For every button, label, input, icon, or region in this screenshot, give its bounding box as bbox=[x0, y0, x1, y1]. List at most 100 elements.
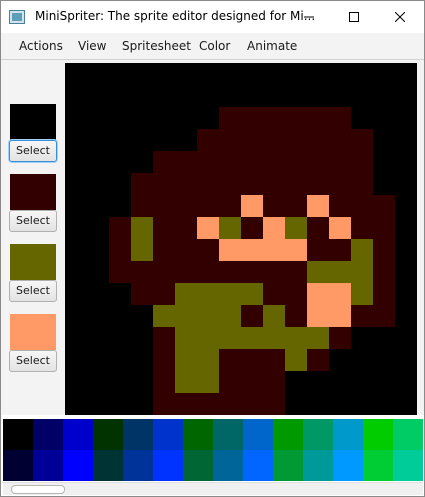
sprite-pixel[interactable] bbox=[153, 349, 175, 371]
sprite-pixel[interactable] bbox=[87, 217, 109, 239]
sprite-pixel[interactable] bbox=[395, 393, 417, 415]
palette-color-cell[interactable] bbox=[273, 450, 303, 481]
sprite-pixel[interactable] bbox=[65, 151, 87, 173]
select-color-2-button[interactable]: Select bbox=[9, 210, 57, 232]
sprite-pixel[interactable] bbox=[197, 85, 219, 107]
sprite-pixel[interactable] bbox=[219, 283, 241, 305]
sprite-pixel[interactable] bbox=[175, 371, 197, 393]
sprite-pixel[interactable] bbox=[241, 107, 263, 129]
sprite-pixel[interactable] bbox=[197, 349, 219, 371]
sprite-pixel[interactable] bbox=[241, 195, 263, 217]
sprite-pixel[interactable] bbox=[197, 305, 219, 327]
sprite-pixel[interactable] bbox=[175, 195, 197, 217]
sprite-pixel[interactable] bbox=[87, 371, 109, 393]
sprite-pixel[interactable] bbox=[329, 129, 351, 151]
sprite-pixel[interactable] bbox=[65, 349, 87, 371]
menu-animate[interactable]: Animate bbox=[247, 39, 297, 53]
palette-color-cell[interactable] bbox=[363, 419, 393, 450]
sprite-pixel[interactable] bbox=[285, 327, 307, 349]
sprite-pixel[interactable] bbox=[175, 305, 197, 327]
maximize-button[interactable] bbox=[331, 1, 377, 33]
sprite-pixel[interactable] bbox=[109, 63, 131, 85]
sprite-pixel[interactable] bbox=[241, 371, 263, 393]
sprite-pixel[interactable] bbox=[373, 349, 395, 371]
sprite-pixel[interactable] bbox=[131, 327, 153, 349]
sprite-pixel[interactable] bbox=[263, 129, 285, 151]
sprite-pixel[interactable] bbox=[395, 85, 417, 107]
sprite-pixel[interactable] bbox=[219, 107, 241, 129]
palette-color-cell[interactable] bbox=[243, 450, 273, 481]
sprite-pixel[interactable] bbox=[87, 283, 109, 305]
sprite-pixel[interactable] bbox=[109, 173, 131, 195]
sprite-pixel[interactable] bbox=[131, 393, 153, 415]
sprite-pixel[interactable] bbox=[153, 305, 175, 327]
sprite-pixel[interactable] bbox=[197, 107, 219, 129]
sprite-pixel[interactable] bbox=[329, 173, 351, 195]
palette-color-cell[interactable] bbox=[213, 450, 243, 481]
sprite-pixel[interactable] bbox=[307, 151, 329, 173]
palette-color-cell[interactable] bbox=[123, 419, 153, 450]
sprite-pixel[interactable] bbox=[285, 63, 307, 85]
sprite-pixel[interactable] bbox=[197, 393, 219, 415]
sprite-pixel[interactable] bbox=[241, 129, 263, 151]
sprite-pixel[interactable] bbox=[329, 195, 351, 217]
sprite-pixel[interactable] bbox=[109, 107, 131, 129]
sprite-pixel[interactable] bbox=[351, 173, 373, 195]
sprite-pixel[interactable] bbox=[109, 327, 131, 349]
sprite-pixel[interactable] bbox=[373, 371, 395, 393]
sprite-pixel[interactable] bbox=[219, 327, 241, 349]
sprite-pixel[interactable] bbox=[131, 107, 153, 129]
sprite-pixel[interactable] bbox=[65, 63, 87, 85]
sprite-pixel[interactable] bbox=[395, 239, 417, 261]
sprite-pixel[interactable] bbox=[65, 129, 87, 151]
sprite-pixel[interactable] bbox=[395, 305, 417, 327]
sprite-pixel[interactable] bbox=[65, 85, 87, 107]
palette-color-cell[interactable] bbox=[183, 450, 213, 481]
sprite-pixel[interactable] bbox=[153, 195, 175, 217]
sprite-pixel[interactable] bbox=[153, 327, 175, 349]
sprite-pixel[interactable] bbox=[285, 107, 307, 129]
sprite-pixel[interactable] bbox=[175, 239, 197, 261]
sprite-pixel[interactable] bbox=[285, 371, 307, 393]
sprite-pixel[interactable] bbox=[131, 151, 153, 173]
palette-color-cell[interactable] bbox=[273, 419, 303, 450]
sprite-pixel[interactable] bbox=[131, 195, 153, 217]
palette-color-cell[interactable] bbox=[333, 450, 363, 481]
sprite-pixel[interactable] bbox=[131, 173, 153, 195]
sprite-pixel[interactable] bbox=[307, 173, 329, 195]
sprite-pixel[interactable] bbox=[175, 327, 197, 349]
sprite-pixel-grid[interactable] bbox=[65, 63, 417, 415]
palette-color-cell[interactable] bbox=[3, 419, 33, 450]
sprite-pixel[interactable] bbox=[351, 107, 373, 129]
sprite-pixel[interactable] bbox=[131, 217, 153, 239]
sprite-pixel[interactable] bbox=[175, 107, 197, 129]
sprite-pixel[interactable] bbox=[87, 261, 109, 283]
sprite-pixel[interactable] bbox=[307, 283, 329, 305]
sprite-pixel[interactable] bbox=[153, 129, 175, 151]
sprite-pixel[interactable] bbox=[351, 327, 373, 349]
select-color-1-button[interactable]: Select bbox=[9, 140, 57, 162]
sprite-pixel[interactable] bbox=[131, 239, 153, 261]
sprite-pixel[interactable] bbox=[307, 195, 329, 217]
sprite-pixel[interactable] bbox=[263, 349, 285, 371]
sprite-pixel[interactable] bbox=[87, 327, 109, 349]
sprite-pixel[interactable] bbox=[351, 217, 373, 239]
sprite-pixel[interactable] bbox=[219, 393, 241, 415]
sprite-pixel[interactable] bbox=[109, 85, 131, 107]
sprite-pixel[interactable] bbox=[285, 129, 307, 151]
sprite-pixel[interactable] bbox=[109, 393, 131, 415]
sprite-pixel[interactable] bbox=[175, 217, 197, 239]
sprite-pixel[interactable] bbox=[87, 239, 109, 261]
sprite-pixel[interactable] bbox=[395, 371, 417, 393]
sprite-pixel[interactable] bbox=[285, 217, 307, 239]
palette-color-cell[interactable] bbox=[63, 419, 93, 450]
sprite-pixel[interactable] bbox=[285, 85, 307, 107]
sprite-pixel[interactable] bbox=[197, 371, 219, 393]
sprite-pixel[interactable] bbox=[87, 349, 109, 371]
sprite-pixel[interactable] bbox=[241, 283, 263, 305]
minimize-button[interactable] bbox=[286, 1, 332, 33]
sprite-pixel[interactable] bbox=[395, 195, 417, 217]
palette-color-cell[interactable] bbox=[153, 450, 183, 481]
palette-color-cell[interactable] bbox=[33, 450, 63, 481]
sprite-pixel[interactable] bbox=[131, 349, 153, 371]
